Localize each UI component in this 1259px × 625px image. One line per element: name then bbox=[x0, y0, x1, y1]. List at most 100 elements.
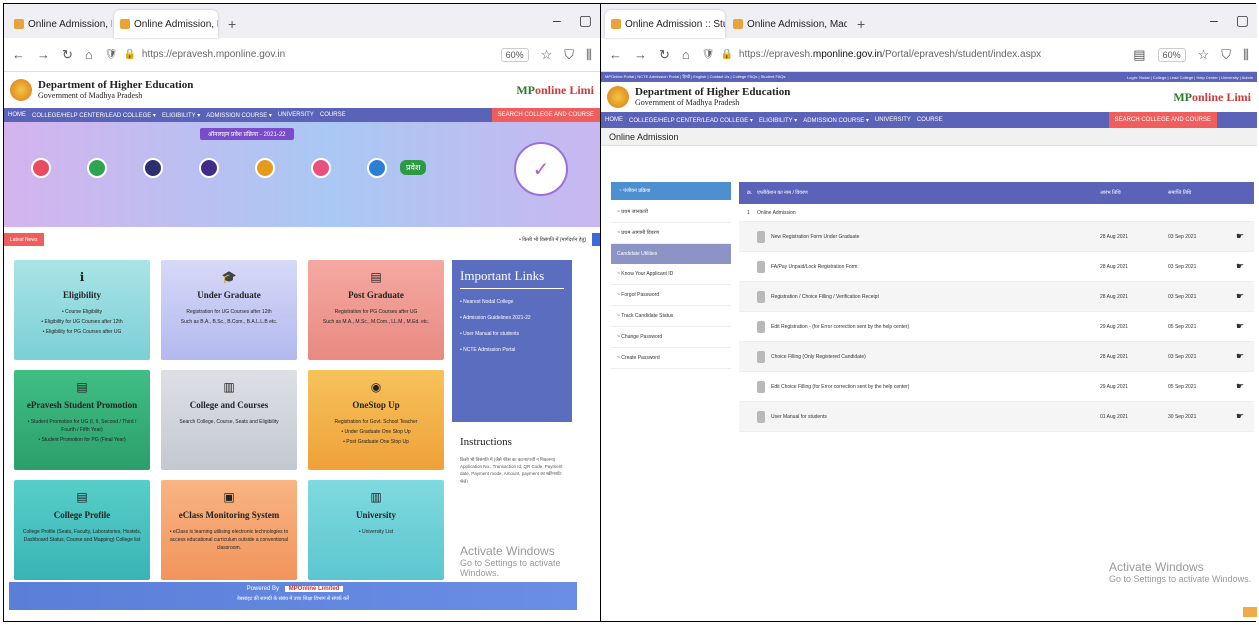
sidebar-item-track-status[interactable]: ~ Track Candidate Status bbox=[611, 306, 731, 327]
star-icon[interactable]: ☆ bbox=[541, 47, 553, 63]
sidebar-item-create-password[interactable]: ~ Create Password bbox=[611, 348, 731, 369]
mponline-logo[interactable]: MPonline Limi bbox=[516, 83, 594, 98]
pocket-icon[interactable]: ⛉ bbox=[564, 47, 574, 63]
table-row[interactable]: Registration / Choice Filling / Verifica… bbox=[739, 282, 1254, 312]
address-bar[interactable]: 🛡 🔒 https://epravesh.mponline.gov.in/Porta… bbox=[702, 49, 1122, 60]
table-row[interactable]: Edit Registration - (for Error correctio… bbox=[739, 312, 1254, 342]
mponline-logo[interactable]: MPonline Limi bbox=[1173, 90, 1251, 105]
back-icon[interactable]: ← bbox=[12, 47, 25, 62]
zoom-level[interactable]: 60% bbox=[500, 47, 529, 62]
card-university[interactable]: ▥ University • University List bbox=[308, 480, 444, 580]
star-icon[interactable]: ☆ bbox=[1198, 47, 1210, 63]
home-icon[interactable]: ⌂ bbox=[85, 47, 93, 62]
step-6[interactable] bbox=[306, 158, 336, 181]
reload-icon[interactable]: ↻ bbox=[62, 47, 73, 63]
menu-eligibility[interactable]: ELIGIBILITY ▾ bbox=[759, 117, 797, 124]
pointer-hand-icon[interactable]: ☛ bbox=[1236, 231, 1254, 242]
table-row[interactable]: FA/Pay Unpaid/Lock Registration Form 28 A… bbox=[739, 252, 1254, 282]
menu-college[interactable]: COLLEGE/HELP CENTER/LEAD COLLEGE ▾ bbox=[629, 117, 753, 124]
new-tab-icon[interactable]: + bbox=[849, 16, 873, 38]
card-onestop-up[interactable]: ◉ OneStop Up Registration for Govt. Schoo… bbox=[308, 370, 444, 470]
row-name[interactable]: Edit Choice Filling (for Error correctio… bbox=[771, 384, 909, 390]
sidebar-item[interactable]: ~ प्रथम आगामी विवरण bbox=[611, 223, 731, 244]
minimize-icon[interactable]: – bbox=[553, 12, 561, 29]
step-2[interactable] bbox=[82, 158, 112, 181]
link-ncte-portal[interactable]: • NCTE Admission Portal bbox=[460, 347, 564, 353]
right-tab-2[interactable]: Online Admission, Madhya Pra✕ bbox=[727, 10, 847, 38]
menu-home[interactable]: HOME bbox=[605, 117, 623, 123]
menu-admission-course[interactable]: ADMISSION COURSE ▾ bbox=[206, 112, 272, 119]
maximize-icon[interactable]: ▢ bbox=[579, 12, 592, 29]
row-name[interactable]: Registration / Choice Filling / Verifica… bbox=[771, 294, 879, 300]
step-4[interactable] bbox=[194, 158, 224, 181]
card-college-courses[interactable]: ▥ College and Courses Search College, Cou… bbox=[161, 370, 297, 470]
left-tab-1[interactable]: Online Admission, Madhya Pra✕ bbox=[8, 10, 112, 38]
row-name[interactable]: New Registration Form Under Graduate bbox=[771, 234, 859, 240]
zoom-level[interactable]: 60% bbox=[1157, 47, 1186, 62]
footer-brand[interactable]: MPOnline Limited bbox=[284, 586, 344, 592]
row-name[interactable]: Choice Filling (Only Registered Candidat… bbox=[771, 354, 866, 360]
top-links[interactable]: MPOnline Portal | NCTE Admission Portal … bbox=[605, 74, 786, 80]
card-post-graduate[interactable]: ▤ Post Graduate Registration for PG Cours… bbox=[308, 260, 444, 360]
sidebar-item-forgot-password[interactable]: ~ Forgot Password bbox=[611, 285, 731, 306]
forward-icon[interactable]: → bbox=[634, 47, 647, 62]
menu-course[interactable]: COURSE bbox=[320, 112, 346, 118]
menu-admission-course[interactable]: ADMISSION COURSE ▾ bbox=[803, 117, 869, 124]
sidebar-item-know-applicant-id[interactable]: ~ Know Your Applicant ID bbox=[611, 264, 731, 285]
sidebar-item-change-password[interactable]: ~ Change Password bbox=[611, 327, 731, 348]
link-user-manual[interactable]: • User Manual for students bbox=[460, 331, 564, 337]
address-bar[interactable]: 🛡 🔒 https://epravesh.mponline.gov.in bbox=[105, 49, 489, 60]
minimize-icon[interactable]: – bbox=[1210, 12, 1218, 29]
step-3[interactable] bbox=[138, 158, 168, 181]
pointer-hand-icon[interactable]: ☛ bbox=[1236, 291, 1254, 302]
sidebar-item[interactable]: ~ प्रथम जानकारी bbox=[611, 202, 731, 223]
table-row[interactable]: New Registration Form Under Graduate 28 A… bbox=[739, 222, 1254, 252]
reload-icon[interactable]: ↻ bbox=[659, 47, 670, 63]
card-student-promotion[interactable]: ▤ ePravesh Student Promotion • Student Pr… bbox=[14, 370, 150, 470]
pointer-hand-icon[interactable]: ☛ bbox=[1236, 321, 1254, 332]
menu-course[interactable]: COURSE bbox=[917, 117, 943, 123]
table-row[interactable]: User Manual for students 01 Aug 2021 30 Se… bbox=[739, 402, 1254, 432]
card-eclass[interactable]: ▣ eClass Monitoring System • eClass is le… bbox=[161, 480, 297, 580]
search-college-button[interactable]: SEARCH COLLEGE AND COURSE bbox=[1108, 112, 1217, 128]
sidebar-header[interactable]: ~ पंजीयन प्रक्रिया bbox=[611, 182, 731, 200]
maximize-icon[interactable]: ▢ bbox=[1236, 12, 1249, 29]
left-tab-2[interactable]: Online Admission, Madhya Pra✕ bbox=[114, 10, 218, 38]
card-under-graduate[interactable]: 🎓 Under Graduate Registration for UG Cour… bbox=[161, 260, 297, 360]
step-7[interactable] bbox=[362, 158, 392, 181]
menu-college[interactable]: COLLEGE/HELP CENTER/LEAD COLLEGE ▾ bbox=[32, 112, 156, 119]
link-admission-guidelines[interactable]: • Admission Guidelines 2021-22 bbox=[460, 315, 564, 321]
step-5[interactable] bbox=[250, 158, 280, 181]
ticker-scroll-button[interactable] bbox=[592, 233, 600, 246]
right-tab-1[interactable]: Online Admission :: Student✕ bbox=[605, 10, 725, 38]
menu-home[interactable]: HOME bbox=[8, 112, 26, 118]
forward-icon[interactable]: → bbox=[37, 47, 50, 62]
pravesh-label[interactable]: प्रवेश bbox=[400, 160, 427, 175]
back-icon[interactable]: ← bbox=[609, 47, 622, 62]
library-icon[interactable]: ⫼ bbox=[1243, 47, 1249, 63]
menu-university[interactable]: UNIVERSITY bbox=[875, 117, 911, 123]
pointer-hand-icon[interactable]: ☛ bbox=[1236, 351, 1254, 362]
pocket-icon[interactable]: ⛉ bbox=[1221, 47, 1231, 63]
pointer-hand-icon[interactable]: ☛ bbox=[1236, 261, 1254, 272]
card-college-profile[interactable]: ▤ College Profile College Profile (Seats,… bbox=[14, 480, 150, 580]
pointer-hand-icon[interactable]: ☛ bbox=[1236, 411, 1254, 422]
search-college-button[interactable]: SEARCH COLLEGE AND COURSE bbox=[491, 108, 600, 122]
new-tab-icon[interactable]: + bbox=[220, 16, 244, 38]
floating-help-button[interactable] bbox=[1243, 607, 1257, 617]
pointer-hand-icon[interactable]: ☛ bbox=[1236, 381, 1254, 392]
reader-icon[interactable]: ▤ bbox=[1133, 47, 1145, 63]
table-row[interactable]: Choice Filling (Only Registered Candidat… bbox=[739, 342, 1254, 372]
row-name[interactable]: FA/Pay Unpaid/Lock Registration Form bbox=[771, 264, 857, 270]
ticker-text[interactable]: • किसी भी विसंगति में (मार्गदर्शन हेतु) bbox=[519, 237, 600, 243]
login-links[interactable]: Login: Nodal | College | Lead College | … bbox=[1127, 75, 1253, 80]
card-eligibility[interactable]: ℹ Eligibility • Course Eligibility • Eligi… bbox=[14, 260, 150, 360]
menu-eligibility[interactable]: ELIGIBILITY ▾ bbox=[162, 112, 200, 119]
link-nearest-college[interactable]: • Nearest Nodal College bbox=[460, 299, 564, 305]
home-icon[interactable]: ⌂ bbox=[682, 47, 690, 62]
row-name[interactable]: User Manual for students bbox=[771, 414, 827, 420]
step-1[interactable] bbox=[26, 158, 56, 181]
library-icon[interactable]: ⫼ bbox=[586, 47, 592, 63]
menu-university[interactable]: UNIVERSITY bbox=[278, 112, 314, 118]
row-name[interactable]: Edit Registration - (for Error correctio… bbox=[771, 324, 909, 330]
